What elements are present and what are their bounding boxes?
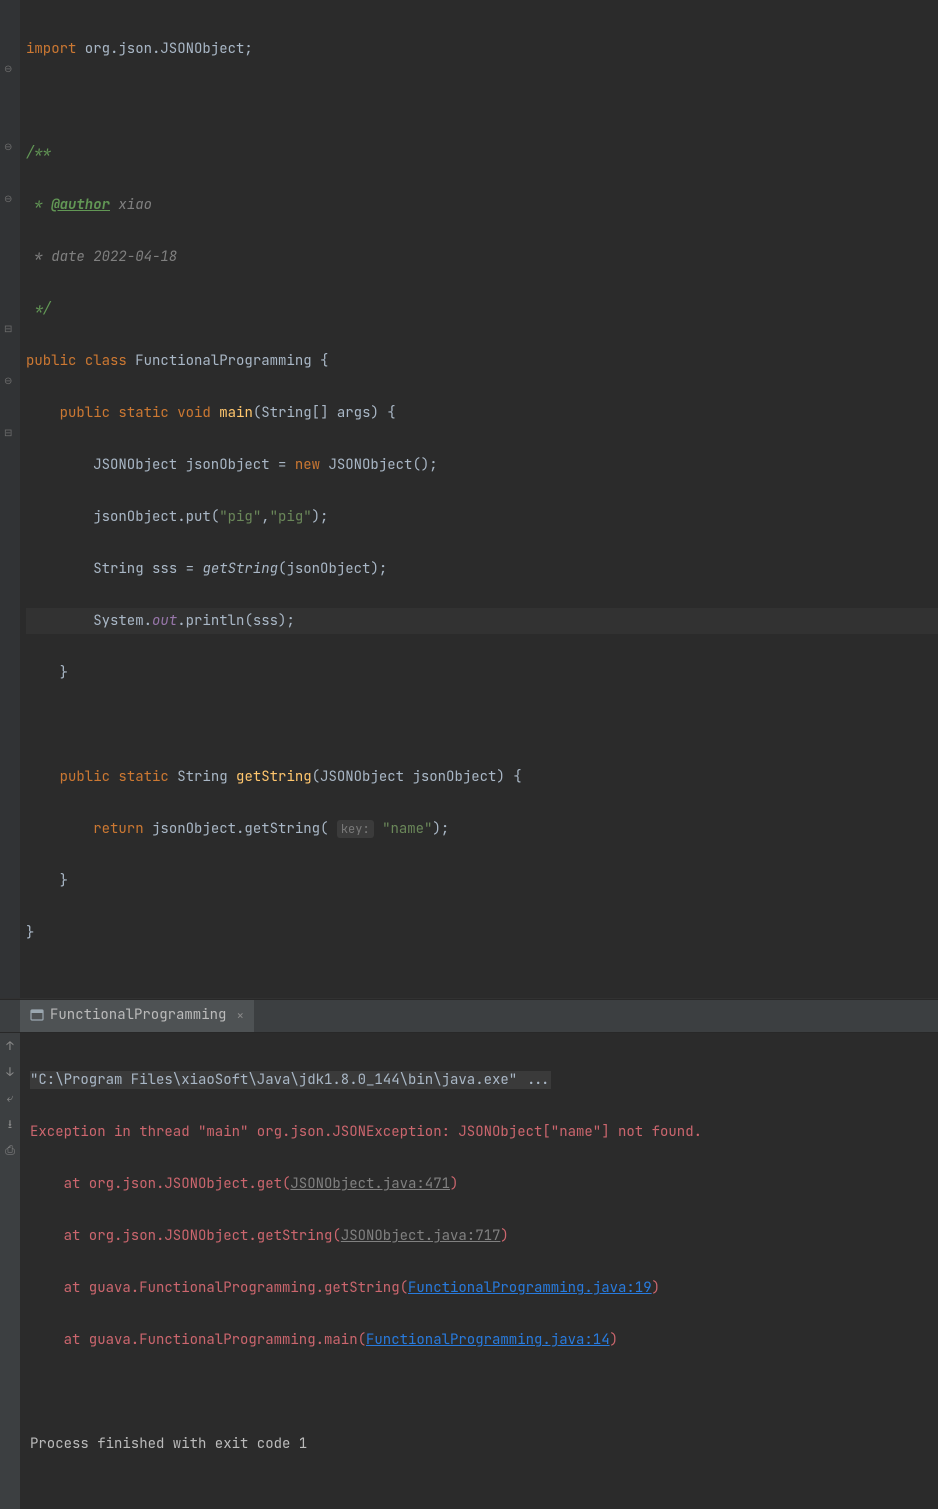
code-line[interactable]: String sss = getString(jsonObject); xyxy=(26,556,938,582)
fold-icon[interactable]: ⊖ xyxy=(4,64,16,76)
console-line: Process finished with exit code 1 xyxy=(30,1431,938,1457)
fold-icon[interactable]: ⊖ xyxy=(4,376,16,388)
run-tab-bar: FunctionalProgramming × xyxy=(0,1000,938,1033)
inlay-hint: key: xyxy=(337,820,374,838)
run-tool-window: ↑ ↓ ⤶ ⭳ ⎙ "C:\Program Files\xiaoSoft\Jav… xyxy=(0,1033,938,1509)
code-line[interactable]: public static void main(String[] args) { xyxy=(26,400,938,426)
run-config-label: FunctionalProgramming xyxy=(50,1006,226,1024)
code-line[interactable]: jsonObject.put("pig","pig"); xyxy=(26,504,938,530)
stacktrace-link[interactable]: JSONObject.java:471 xyxy=(290,1175,450,1193)
code-line[interactable] xyxy=(26,88,938,114)
console-toolbar: ↑ ↓ ⤶ ⭳ ⎙ xyxy=(0,1033,20,1509)
code-line[interactable]: System.out.println(sss); xyxy=(26,608,938,634)
code-line[interactable]: JSONObject jsonObject = new JSONObject()… xyxy=(26,452,938,478)
editor-gutter: ⊖ ⊖ ⊖ ⊟ ⊖ ⊟ xyxy=(0,0,20,998)
console-line: "C:\Program Files\xiaoSoft\Java\jdk1.8.0… xyxy=(30,1067,938,1093)
console-line xyxy=(30,1379,938,1405)
run-tool-gutter xyxy=(0,1000,20,1032)
console-output[interactable]: "C:\Program Files\xiaoSoft\Java\jdk1.8.0… xyxy=(20,1033,938,1509)
console-line: Exception in thread "main" org.json.JSON… xyxy=(30,1119,938,1145)
code-line[interactable]: return jsonObject.getString( key: "name"… xyxy=(26,816,938,842)
stacktrace-link[interactable]: JSONObject.java:717 xyxy=(341,1227,501,1245)
code-editor[interactable]: ⊖ ⊖ ⊖ ⊟ ⊖ ⊟ import org.json.JSONObject; … xyxy=(0,0,938,998)
code-line[interactable]: public class FunctionalProgramming { xyxy=(26,348,938,374)
code-line[interactable]: } xyxy=(26,660,938,686)
code-line[interactable]: * @author xiao xyxy=(26,192,938,218)
scroll-end-icon[interactable]: ⭳ xyxy=(3,1117,17,1131)
code-line[interactable]: } xyxy=(26,868,938,894)
code-line[interactable]: * date 2022-04-18 xyxy=(26,244,938,270)
console-line: at org.json.JSONObject.getString(JSONObj… xyxy=(30,1223,938,1249)
fold-icon[interactable]: ⊖ xyxy=(4,142,16,154)
code-line[interactable]: import org.json.JSONObject; xyxy=(26,36,938,62)
fold-end-icon[interactable]: ⊟ xyxy=(4,324,16,336)
down-stack-icon[interactable]: ↓ xyxy=(3,1065,17,1079)
code-line[interactable] xyxy=(26,712,938,738)
soft-wrap-icon[interactable]: ⤶ xyxy=(3,1091,17,1105)
stacktrace-link[interactable]: FunctionalProgramming.java:14 xyxy=(366,1331,610,1349)
code-content[interactable]: import org.json.JSONObject; /** * @autho… xyxy=(20,0,938,998)
code-line[interactable]: */ xyxy=(26,296,938,322)
code-line[interactable]: /** xyxy=(26,140,938,166)
print-icon[interactable]: ⎙ xyxy=(3,1143,17,1157)
stacktrace-link[interactable]: FunctionalProgramming.java:19 xyxy=(408,1279,652,1297)
console-line: at guava.FunctionalProgramming.getString… xyxy=(30,1275,938,1301)
console-line: at guava.FunctionalProgramming.main(Func… xyxy=(30,1327,938,1353)
run-config-tab[interactable]: FunctionalProgramming × xyxy=(20,1000,254,1032)
code-line[interactable]: } xyxy=(26,920,938,946)
fold-end-icon[interactable]: ⊟ xyxy=(4,428,16,440)
fold-icon[interactable]: ⊖ xyxy=(4,194,16,206)
application-icon xyxy=(30,1008,44,1022)
console-line: at org.json.JSONObject.get(JSONObject.ja… xyxy=(30,1171,938,1197)
code-line[interactable]: public static String getString(JSONObjec… xyxy=(26,764,938,790)
close-icon[interactable]: × xyxy=(236,1007,244,1024)
up-stack-icon[interactable]: ↑ xyxy=(3,1039,17,1053)
